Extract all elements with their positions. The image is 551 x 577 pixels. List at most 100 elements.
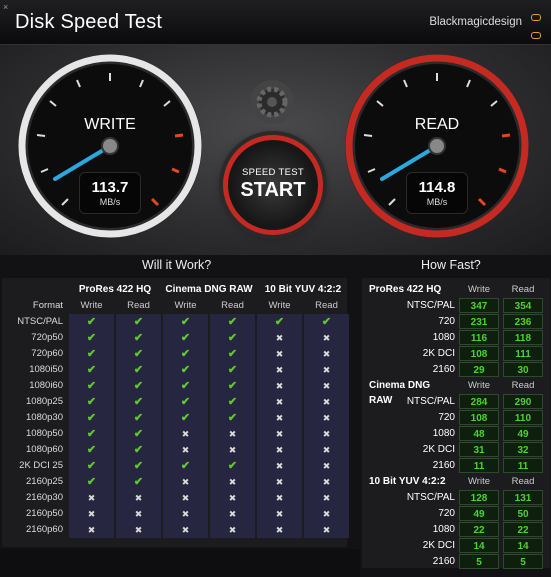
check-icon: ✔	[69, 458, 114, 474]
codec-group-header: ProRes 422 HQ	[78, 284, 152, 295]
title-bar: × Disk Speed Test Blackmagicdesign	[0, 0, 551, 57]
cross-icon: ✖	[257, 426, 302, 442]
cross-icon: ✖	[304, 442, 349, 458]
write-column-header: Write	[468, 476, 490, 487]
read-speed-unit: MB/s	[426, 197, 448, 207]
write-fps-value: 31	[459, 442, 499, 457]
check-icon: ✔	[257, 314, 302, 330]
format-row-label: 1080	[432, 428, 455, 439]
format-row-label: 720	[438, 508, 455, 519]
check-icon: ✔	[163, 362, 208, 378]
read-readout: 114.8 MB/s	[406, 172, 468, 214]
check-icon: ✔	[69, 394, 114, 410]
write-read-column-header: Write	[80, 300, 103, 311]
cross-icon: ✖	[116, 506, 161, 522]
check-icon: ✔	[69, 346, 114, 362]
write-fps-value: 49	[459, 506, 499, 521]
read-fps-value: 5	[503, 554, 543, 569]
write-column-header: Write	[468, 380, 490, 391]
check-icon: ✔	[116, 394, 161, 410]
start-button-caption: SPEED TEST	[242, 167, 304, 178]
check-icon: ✔	[69, 410, 114, 426]
read-fps-value: 118	[503, 330, 543, 345]
cross-icon: ✖	[163, 490, 208, 506]
cross-icon: ✖	[304, 410, 349, 426]
check-icon: ✔	[116, 410, 161, 426]
format-column-header: Format	[32, 300, 63, 311]
read-fps-value: 11	[503, 458, 543, 473]
cross-icon: ✖	[210, 442, 255, 458]
cross-icon: ✖	[163, 426, 208, 442]
check-icon: ✔	[210, 362, 255, 378]
cross-icon: ✖	[69, 522, 114, 538]
gauge-panel: WRITE 113.7 MB/s SPEED TEST START READ 1…	[0, 45, 551, 255]
start-button[interactable]: SPEED TEST START	[223, 135, 323, 235]
format-row-label: 720	[438, 316, 455, 327]
read-fps-value: 354	[503, 298, 543, 313]
format-row-label: NTSC/PAL	[406, 396, 455, 407]
check-icon: ✔	[163, 346, 208, 362]
cross-icon: ✖	[257, 458, 302, 474]
format-row-label: 720p60	[31, 348, 63, 359]
cross-icon: ✖	[304, 362, 349, 378]
read-fps-value: 14	[503, 538, 543, 553]
read-fps-value: 111	[503, 346, 543, 361]
write-read-column-header: Read	[221, 300, 244, 311]
cross-icon: ✖	[257, 362, 302, 378]
format-row-label: NTSC/PAL	[406, 492, 455, 503]
check-icon: ✔	[210, 410, 255, 426]
disk-speed-test-window: × Disk Speed Test Blackmagicdesign WRITE…	[0, 0, 551, 577]
read-column-header: Read	[511, 476, 535, 487]
close-button[interactable]: ×	[3, 2, 8, 12]
cross-icon: ✖	[304, 330, 349, 346]
cross-icon: ✖	[257, 394, 302, 410]
check-icon: ✔	[116, 314, 161, 330]
how-fast-heading: How Fast?	[421, 258, 481, 272]
cross-icon: ✖	[304, 378, 349, 394]
check-icon: ✔	[163, 458, 208, 474]
format-row-label: 1080i60	[29, 380, 63, 391]
check-icon: ✔	[210, 314, 255, 330]
cross-icon: ✖	[304, 458, 349, 474]
check-icon: ✔	[163, 330, 208, 346]
read-fps-value: 110	[503, 410, 543, 425]
how-fast-table: ProRes 422 HQ Write Read NTSC/PAL 347 354 720 2…	[363, 282, 543, 569]
format-row-label: 2160	[432, 556, 455, 567]
cross-icon: ✖	[304, 346, 349, 362]
read-column-header: Read	[511, 380, 535, 391]
check-icon: ✔	[210, 458, 255, 474]
check-icon: ✔	[163, 378, 208, 394]
read-speed-value: 114.8	[418, 179, 456, 196]
format-row-label: 720	[438, 412, 455, 423]
format-row-label: 1080	[432, 332, 455, 343]
read-fps-value: 131	[503, 490, 543, 505]
format-row-label: 2K DCI 25	[19, 460, 63, 471]
format-row-label: 2160p50	[26, 508, 63, 519]
read-fps-value: 49	[503, 426, 543, 441]
read-fps-value: 22	[503, 522, 543, 537]
check-icon: ✔	[116, 330, 161, 346]
check-icon: ✔	[116, 474, 161, 490]
check-icon: ✔	[163, 410, 208, 426]
write-fps-value: 284	[459, 394, 499, 409]
write-gauge-label: WRITE	[84, 116, 136, 133]
will-it-work-table: ProRes 422 HQ Cinema DNG RAW 10 Bit YUV 4:…	[3, 282, 349, 538]
cross-icon: ✖	[163, 442, 208, 458]
write-readout: 113.7 MB/s	[79, 172, 141, 214]
format-row-label: 2160p30	[26, 492, 63, 503]
check-icon: ✔	[69, 314, 114, 330]
will-it-work-heading: Will it Work?	[142, 258, 212, 272]
settings-gear-icon[interactable]	[248, 78, 296, 126]
check-icon: ✔	[116, 442, 161, 458]
cross-icon: ✖	[116, 522, 161, 538]
codec-section-header: ProRes 422 HQ	[369, 284, 442, 295]
check-icon: ✔	[69, 362, 114, 378]
format-row-label: 2160	[432, 460, 455, 471]
format-row-label: 2K DCI	[422, 444, 455, 455]
cross-icon: ✖	[257, 522, 302, 538]
cross-icon: ✖	[257, 442, 302, 458]
write-read-column-header: Write	[174, 300, 197, 311]
format-row-label: NTSC/PAL	[406, 300, 455, 311]
codec-group-header: 10 Bit YUV 4:2:2	[264, 284, 342, 295]
cross-icon: ✖	[304, 522, 349, 538]
